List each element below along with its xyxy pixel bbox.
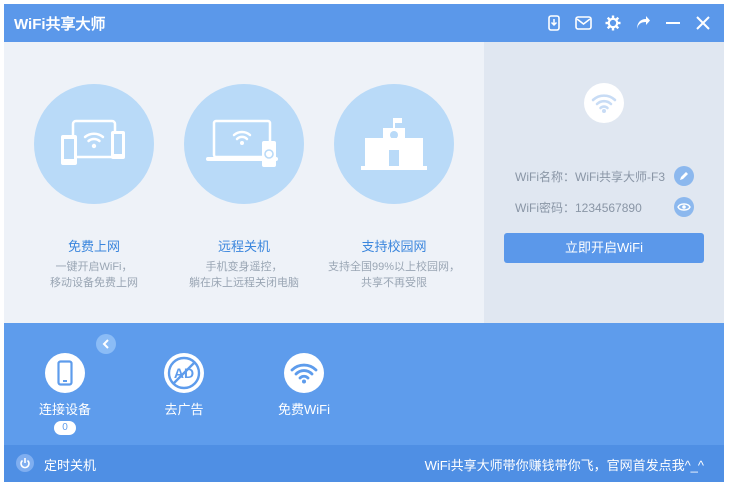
connected-count-badge: 0 [54, 421, 76, 435]
wifi-password-label: WiFi密码： [515, 201, 575, 215]
promo-link[interactable]: WiFi共享大师带你赚钱带你飞，官网首发点我^_^ [425, 455, 704, 474]
edit-icon[interactable] [674, 166, 694, 186]
wifi-name-row: WiFi名称：WiFi共享大师-F3 [515, 168, 665, 185]
mail-icon[interactable] [573, 13, 593, 33]
wifi-name-label: WiFi名称： [515, 170, 575, 184]
wifi-password-row: WiFi密码：1234567890 [515, 199, 642, 216]
app-title: WiFi共享大师 [14, 16, 106, 33]
feature-remote-shutdown[interactable]: 远程关机 手机变身遥控， 躺在床上远程关闭电脑 [169, 84, 319, 291]
close-icon[interactable] [693, 13, 713, 33]
wifi-name-value: WiFi共享大师-F3 [575, 170, 665, 184]
laptop-remote-icon [184, 84, 304, 204]
scheduled-shutdown-link[interactable]: 定时关机 [44, 455, 96, 474]
feature-desc-line2: 躺在床上远程关闭电脑 [189, 277, 299, 289]
phone-download-icon[interactable] [544, 13, 564, 33]
no-ad-icon: AD [164, 353, 204, 393]
power-icon[interactable] [16, 454, 34, 472]
feature-desc-line1: 支持全国99%以上校园网， [327, 261, 460, 273]
tool-label: 去广告 [164, 402, 204, 417]
eye-icon[interactable] [674, 197, 694, 217]
tool-label: 连接设备 [38, 402, 91, 417]
free-wifi-button[interactable]: 免费WiFi [264, 353, 344, 418]
app-window: WiFi共享大师 免费上网 一键开启WiFi， 移动设备免费上网 远程关机 手机… [4, 4, 724, 482]
feature-title: 免费上网 [67, 239, 120, 254]
feature-campus-network[interactable]: 支持校园网 支持全国99%以上校园网， 共享不再受限 [319, 84, 469, 291]
wifi-status-icon [584, 83, 624, 123]
feature-title: 远程关机 [217, 239, 270, 254]
gear-icon[interactable] [603, 13, 623, 33]
chevron-left-icon[interactable] [96, 334, 116, 354]
school-icon [334, 84, 454, 204]
connected-devices-button[interactable]: 连接设备 [25, 353, 105, 418]
wifi-icon [284, 353, 324, 393]
remove-ads-button[interactable]: AD 去广告 [144, 353, 224, 418]
status-bar: 定时关机 WiFi共享大师带你赚钱带你飞，官网首发点我^_^ [4, 445, 724, 482]
wifi-password-value: 1234567890 [575, 201, 642, 215]
phone-icon [45, 353, 85, 393]
feature-desc-line1: 一键开启WiFi， [55, 261, 133, 273]
title-bar: WiFi共享大师 [4, 4, 724, 42]
share-icon[interactable] [633, 13, 653, 33]
feature-desc-line2: 移动设备免费上网 [50, 277, 138, 289]
feature-desc-line1: 手机变身遥控， [205, 261, 283, 273]
minimize-icon[interactable] [663, 13, 683, 33]
feature-free-internet[interactable]: 免费上网 一键开启WiFi， 移动设备免费上网 [19, 84, 169, 291]
devices-icon [34, 84, 154, 204]
feature-title: 支持校园网 [361, 239, 427, 254]
feature-desc-line2: 共享不再受限 [361, 277, 427, 289]
start-wifi-button[interactable]: 立即开启WiFi [504, 233, 704, 263]
tool-label: 免费WiFi [278, 402, 330, 417]
